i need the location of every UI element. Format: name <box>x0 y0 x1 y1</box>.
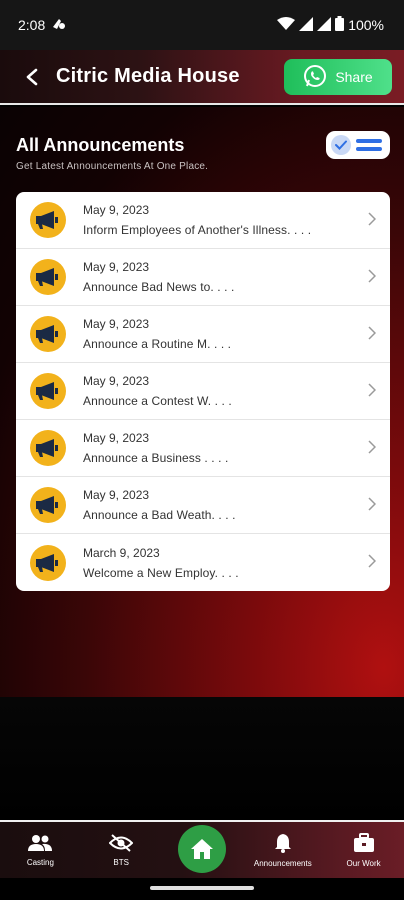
announcement-item[interactable]: May 9, 2023 Announce a Routine M. . . . <box>16 306 390 363</box>
home-gesture-handle[interactable] <box>150 886 254 890</box>
whatsapp-icon <box>303 64 327 91</box>
gesture-bar <box>0 878 404 900</box>
announcement-date: May 9, 2023 <box>83 203 150 217</box>
chevron-right-icon <box>368 554 377 573</box>
share-button[interactable]: Share <box>284 59 392 95</box>
nav-bts[interactable]: BTS <box>81 833 162 867</box>
people-icon <box>28 834 53 854</box>
announcement-date: May 9, 2023 <box>83 431 150 445</box>
chevron-right-icon <box>368 440 377 459</box>
status-bar: 2:08 100% <box>0 0 404 50</box>
home-icon <box>177 825 226 873</box>
bell-icon <box>273 833 293 855</box>
nav-announcements-label: Announcements <box>253 858 312 868</box>
nav-announcements[interactable]: Announcements <box>242 833 323 868</box>
announcement-date: May 9, 2023 <box>83 374 150 388</box>
announcement-title: Announce a Contest W. . . . <box>83 394 232 408</box>
announcement-title: Welcome a New Employ. . . . <box>83 565 239 580</box>
megaphone-icon <box>30 259 66 295</box>
empty-area <box>0 697 404 820</box>
page-title: Citric Media House <box>56 65 240 87</box>
megaphone-icon <box>30 202 66 238</box>
battery-icon <box>335 16 345 34</box>
check-icon <box>331 135 351 155</box>
announcement-item[interactable]: May 9, 2023 Announce a Contest W. . . . <box>16 363 390 420</box>
announcement-date: May 9, 2023 <box>83 260 150 274</box>
announcement-title: Announce Bad News to. . . . <box>83 280 235 294</box>
chevron-right-icon <box>368 212 377 231</box>
megaphone-icon <box>30 487 66 523</box>
battery-percent: 100% <box>348 17 384 33</box>
wifi-icon <box>277 16 296 34</box>
announcement-date: May 9, 2023 <box>83 317 150 331</box>
back-arrow-icon <box>26 68 38 85</box>
main-content: All Announcements Get Latest Announcemen… <box>0 107 404 697</box>
signal-icon <box>317 16 332 34</box>
announcement-list: May 9, 2023 Inform Employees of Another'… <box>16 192 390 591</box>
list-view-icon <box>356 139 382 151</box>
chevron-right-icon <box>368 269 377 288</box>
app-bar: Citric Media House Share <box>0 50 404 105</box>
back-button[interactable] <box>12 57 52 97</box>
announcement-title: Announce a Business . . . . <box>83 451 229 465</box>
view-toggle[interactable] <box>326 131 390 159</box>
megaphone-icon <box>30 544 66 581</box>
announcement-item[interactable]: May 9, 2023 Announce a Bad Weath. . . . <box>16 477 390 534</box>
nav-bts-label: BTS <box>113 857 129 867</box>
megaphone-icon <box>30 373 66 409</box>
share-label: Share <box>335 69 373 85</box>
chevron-right-icon <box>368 383 377 402</box>
announcement-item[interactable]: March 9, 2023 Welcome a New Employ. . . … <box>16 534 390 591</box>
announcement-date: March 9, 2023 <box>83 545 160 560</box>
nav-casting-label: Casting <box>26 857 54 867</box>
nav-home[interactable] <box>162 825 243 873</box>
nav-our-work-label: Our Work <box>346 858 381 868</box>
chevron-right-icon <box>368 326 377 345</box>
announcement-date: May 9, 2023 <box>83 488 150 502</box>
nav-our-work[interactable]: Our Work <box>323 832 404 868</box>
bottom-nav: Casting BTS Announcements Our Work <box>0 820 404 878</box>
announcement-item[interactable]: May 9, 2023 Announce Bad News to. . . . <box>16 249 390 306</box>
section-title: All Announcements <box>16 135 185 155</box>
megaphone-icon <box>30 316 66 352</box>
section-header: All Announcements Get Latest Announcemen… <box>16 135 208 172</box>
announcement-title: Inform Employees of Another's Illness. .… <box>83 223 312 237</box>
announcement-item[interactable]: May 9, 2023 Announce a Business . . . . <box>16 420 390 477</box>
announcement-title: Announce a Routine M. . . . <box>83 337 232 351</box>
nav-casting[interactable]: Casting <box>0 834 81 867</box>
briefcase-icon <box>353 832 375 855</box>
section-subtitle: Get Latest Announcements At One Place. <box>16 161 209 172</box>
announcement-item[interactable]: May 9, 2023 Inform Employees of Another'… <box>16 192 390 249</box>
announcement-title: Announce a Bad Weath. . . . <box>83 508 236 522</box>
megaphone-icon <box>30 430 66 466</box>
signal-icon <box>299 16 314 34</box>
eye-off-icon <box>108 833 134 854</box>
notification-icon <box>51 17 67 34</box>
status-time: 2:08 <box>18 17 46 33</box>
chevron-right-icon <box>368 497 377 516</box>
